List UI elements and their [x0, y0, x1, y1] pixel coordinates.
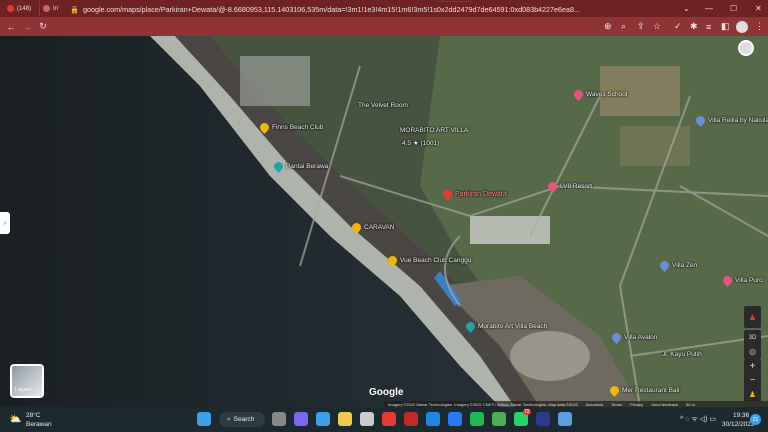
minimize-button[interactable]: — — [705, 0, 713, 17]
place-label[interactable]: Villa Puro — [735, 277, 763, 284]
3d-toggle-button[interactable]: 3D — [744, 330, 761, 345]
scale-bar[interactable]: 50 m — [686, 402, 695, 407]
place-label[interactable]: Waves School — [586, 91, 627, 98]
place-label[interactable]: Vue Beach Club Canggu — [400, 257, 471, 264]
place-label[interactable]: Villa Zen — [672, 262, 697, 269]
map-imagery — [0, 36, 768, 407]
menu-icon[interactable]: ⋮ — [755, 17, 764, 36]
taskbar-app-icon[interactable] — [536, 412, 550, 426]
taskbar-app-icon[interactable] — [272, 412, 286, 426]
place-label[interactable]: MORABITO ART VILLA — [400, 127, 468, 134]
taskbar-app-icon[interactable] — [492, 412, 506, 426]
place-label[interactable]: Villa Reilla by Nakula — [708, 117, 768, 124]
tab-favicon-icon — [43, 5, 50, 12]
place-label[interactable]: Parkiran Dewata — [455, 191, 507, 198]
close-window-button[interactable]: ✕ — [755, 0, 762, 17]
zoom-out-button[interactable]: − — [744, 373, 761, 388]
map-profile-avatar[interactable] — [738, 40, 754, 56]
url-input[interactable]: 🔒 google.com/maps/place/Parkiran+Dewata/@… — [58, 2, 643, 17]
place-label[interactable]: Jl. Kayu Putih — [662, 351, 702, 358]
zoom-icon[interactable]: ⌕ — [621, 17, 626, 36]
lock-icon: 🔒 — [70, 5, 79, 14]
place-label[interactable]: Villa Avalon — [624, 334, 657, 341]
taskbar-app-icon[interactable]: 72 — [514, 409, 531, 426]
footer-link[interactable]: Indonesia — [586, 402, 603, 407]
pegman-icon[interactable]: ♟ — [744, 387, 761, 402]
place-label[interactable]: Morabito Art Villa Beach — [478, 323, 547, 330]
media-icon[interactable]: ≡ — [706, 17, 711, 36]
place-label[interactable]: Mer Restaurant Bali — [622, 387, 679, 394]
search-icon: ⌕ — [227, 415, 231, 423]
google-logo: Google — [369, 387, 404, 398]
weather-desc[interactable]: Berawan — [26, 421, 52, 428]
taskbar-search[interactable]: ⌕ Search — [219, 412, 265, 427]
attribution-text: Imagery ©2022 Maxar Technologies, Imager… — [388, 401, 578, 407]
weather-temp[interactable]: 28°C — [26, 412, 41, 419]
profile-avatar[interactable] — [736, 17, 748, 36]
browser-tab[interactable]: (148) — [4, 1, 40, 16]
clock-time[interactable]: 19:36 — [733, 412, 749, 419]
bookmark-star-icon[interactable]: ☆ — [653, 17, 661, 36]
tray-icons[interactable]: ^ ◌ ᯤ ◁) ▭ — [680, 415, 716, 424]
extensions-icon[interactable]: ✱ — [690, 17, 698, 36]
taskbar-app-icon[interactable] — [404, 412, 418, 426]
maximize-button[interactable]: ☐ — [730, 0, 737, 17]
taskbar-app-icon[interactable] — [558, 412, 572, 426]
taskbar-app-icon[interactable] — [338, 412, 352, 426]
footer-link[interactable]: Send feedback — [651, 402, 678, 407]
reload-button[interactable]: ↻ — [35, 21, 51, 32]
taskbar-app-icon[interactable] — [316, 412, 330, 426]
place-label[interactable]: Finns Beach Club — [272, 124, 323, 131]
sidepanel-icon[interactable]: ◧ — [721, 17, 730, 36]
install-icon[interactable]: ⊕ — [604, 17, 612, 36]
taskbar-app-icon[interactable] — [360, 412, 374, 426]
taskbar-app-icon[interactable] — [294, 412, 308, 426]
satellite-map[interactable]: Finns Beach Club The Velvet Room MORABITO … — [0, 36, 768, 407]
taskbar-app-icon[interactable] — [470, 412, 484, 426]
footer-link[interactable]: Terms — [611, 402, 622, 407]
start-button[interactable] — [197, 412, 211, 426]
weather-icon: ⛅ — [9, 414, 22, 425]
place-label[interactable]: The Velvet Room — [358, 102, 408, 109]
taskbar-app-icon[interactable] — [426, 412, 440, 426]
notification-badge[interactable]: 21 — [750, 414, 761, 425]
share-icon[interactable]: ⇪ — [637, 17, 645, 36]
tab-favicon-icon — [7, 5, 14, 12]
my-location-button[interactable]: ◎ — [744, 344, 761, 359]
check-extension-icon[interactable]: ✓ — [674, 17, 682, 36]
tab-label: (148) — [17, 5, 32, 12]
taskbar: ⛅ 28°C Berawan ⌕ Search 72 ^ ◌ ᯤ ◁) ▭ 19:… — [0, 407, 768, 432]
taskbar-app-icon[interactable] — [382, 412, 396, 426]
place-label[interactable]: CARAVAN — [364, 224, 394, 231]
layers-button[interactable]: Layers — [10, 364, 44, 398]
collapse-side-panel-button[interactable]: › — [0, 212, 10, 234]
tab-search-icon[interactable]: ⌄ — [683, 0, 690, 17]
compass-button[interactable]: ▲ — [744, 306, 761, 328]
place-label[interactable]: 4.5 ★ (1001) — [402, 139, 439, 147]
forward-button[interactable]: → — [19, 22, 35, 32]
footer-link[interactable]: Privacy — [630, 402, 643, 407]
zoom-in-button[interactable]: + — [744, 359, 761, 374]
taskbar-app-icon[interactable] — [448, 412, 462, 426]
back-button[interactable]: ← — [3, 22, 19, 32]
place-label[interactable]: Pantai Berawa — [286, 163, 328, 170]
place-label[interactable]: LV8 Resort — [560, 183, 592, 190]
whatsapp-badge: 72 — [523, 409, 531, 415]
